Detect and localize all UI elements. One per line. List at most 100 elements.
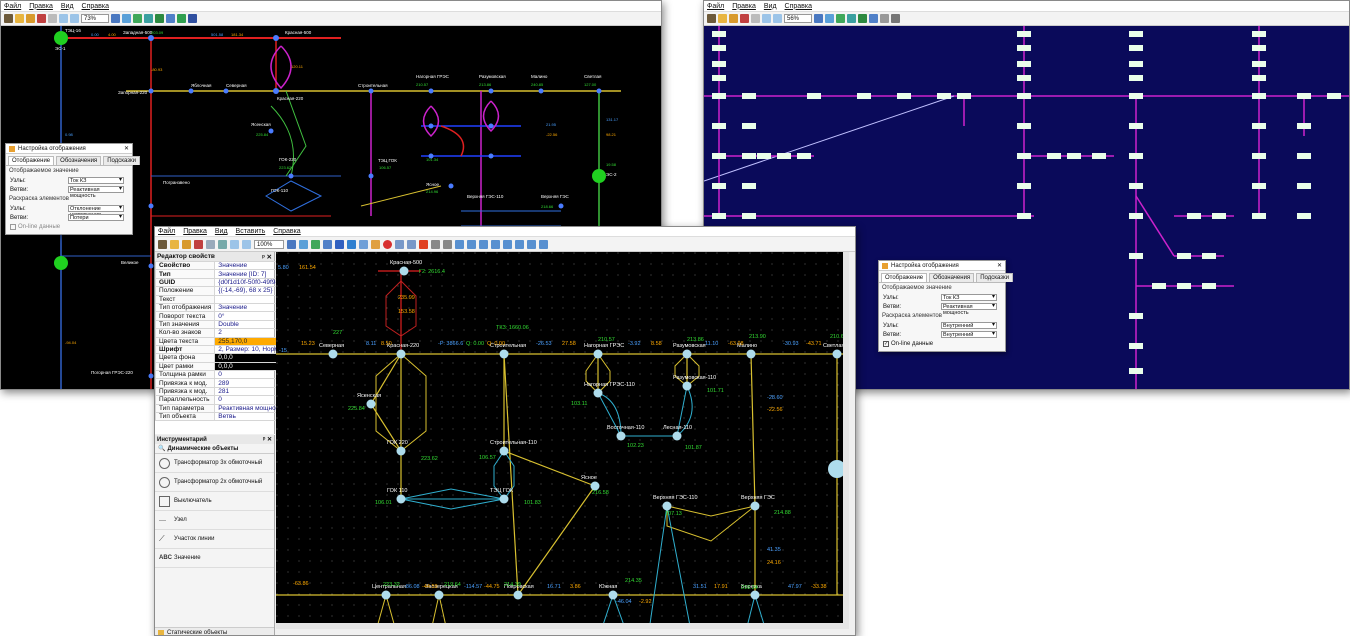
- open-icon[interactable]: [707, 14, 716, 23]
- bus-box[interactable]: [712, 31, 726, 37]
- bus-box[interactable]: [1252, 31, 1266, 37]
- bus-node[interactable]: [672, 431, 682, 441]
- zoom-in-icon[interactable]: [59, 14, 68, 23]
- bus-box[interactable]: [937, 93, 951, 99]
- bus-box[interactable]: [1017, 61, 1031, 67]
- pointer-icon[interactable]: [48, 14, 57, 23]
- tool-node[interactable]: — Узел: [155, 511, 274, 530]
- bus-box[interactable]: [1129, 123, 1143, 129]
- bus-box[interactable]: [1067, 153, 1081, 159]
- bus-box[interactable]: [757, 153, 771, 159]
- bus-node[interactable]: [381, 590, 391, 600]
- save-icon[interactable]: [729, 14, 738, 23]
- bus-box[interactable]: [1129, 61, 1143, 67]
- tab-designations[interactable]: Обозначения: [56, 156, 102, 165]
- fit-icon[interactable]: [287, 239, 296, 249]
- bus-node[interactable]: [593, 388, 603, 398]
- refresh-icon[interactable]: [37, 14, 46, 23]
- vertical-scrollbar[interactable]: [843, 252, 849, 629]
- open-icon[interactable]: [4, 14, 13, 23]
- bus-box[interactable]: [1047, 153, 1061, 159]
- bus-box[interactable]: [1297, 153, 1311, 159]
- folder-icon[interactable]: [718, 14, 727, 23]
- folder-icon[interactable]: [170, 239, 179, 249]
- bus-box[interactable]: [712, 123, 726, 129]
- save-icon[interactable]: [182, 239, 191, 249]
- bus-box[interactable]: [857, 93, 871, 99]
- bus-box[interactable]: [1017, 31, 1031, 37]
- run-icon[interactable]: [858, 14, 867, 23]
- grid-icon[interactable]: [299, 239, 308, 249]
- nodes-icon[interactable]: [836, 14, 845, 23]
- bus-box[interactable]: [1129, 253, 1143, 259]
- bus-node[interactable]: [399, 266, 409, 276]
- bus-node[interactable]: [499, 494, 509, 504]
- bus-box[interactable]: [1017, 45, 1031, 51]
- menu-insert[interactable]: Вставить: [236, 228, 266, 235]
- bus-box[interactable]: [1202, 253, 1216, 259]
- nodes-icon[interactable]: [133, 14, 142, 23]
- tab-display[interactable]: Отображение: [881, 273, 928, 282]
- cut-icon[interactable]: [347, 239, 356, 249]
- bus-box[interactable]: [1252, 123, 1266, 129]
- bus-box[interactable]: [712, 61, 726, 67]
- color-branches-select[interactable]: Внутренний: [941, 331, 997, 338]
- nodes-select[interactable]: Ток КЗ: [941, 294, 997, 301]
- close-icon[interactable]: ᵖ ✕: [263, 436, 272, 443]
- bus-box[interactable]: [742, 153, 756, 159]
- bus-box[interactable]: [742, 183, 756, 189]
- zoom-out-icon[interactable]: [242, 239, 251, 249]
- stop-icon[interactable]: [891, 14, 900, 23]
- bus-box[interactable]: [897, 93, 911, 99]
- close-icon[interactable]: ✕: [997, 262, 1002, 269]
- bus-node[interactable]: [746, 349, 756, 359]
- bus-box[interactable]: [1297, 123, 1311, 129]
- menu-file[interactable]: Файл: [4, 3, 21, 10]
- scheme-canvas-editor[interactable]: Красная-500 Северная Красная-220 Строительн…: [276, 252, 849, 629]
- undo-icon[interactable]: [431, 239, 440, 249]
- bus-box[interactable]: [1129, 75, 1143, 81]
- bus-box[interactable]: [1252, 213, 1266, 219]
- toolbox-group-dynamic[interactable]: 🔍 Динамические объекты: [155, 444, 274, 454]
- calc-icon[interactable]: [144, 14, 153, 23]
- tool-transformer-2w[interactable]: Трансформатор 2х обмоточный: [155, 473, 274, 492]
- copy-icon[interactable]: [359, 239, 368, 249]
- bus-box[interactable]: [1017, 123, 1031, 129]
- layer-icon[interactable]: [122, 14, 131, 23]
- bus-box[interactable]: [1092, 153, 1106, 159]
- bus-box[interactable]: [1297, 183, 1311, 189]
- bus-node[interactable]: [434, 590, 444, 600]
- bus-node[interactable]: [616, 431, 626, 441]
- table-icon[interactable]: [869, 14, 878, 23]
- fit-icon[interactable]: [111, 14, 120, 23]
- paste-icon[interactable]: [371, 239, 380, 249]
- distribute-v-icon[interactable]: [539, 239, 548, 249]
- bus-box[interactable]: [957, 93, 971, 99]
- distribute-h-icon[interactable]: [527, 239, 536, 249]
- calc-icon[interactable]: [847, 14, 856, 23]
- zoom-in-icon[interactable]: [762, 14, 771, 23]
- bus-box[interactable]: [1129, 31, 1143, 37]
- menu-edit[interactable]: Правка: [732, 3, 756, 10]
- close-icon[interactable]: ✕: [124, 145, 129, 152]
- table-icon[interactable]: [323, 239, 332, 249]
- color-nodes-select[interactable]: Отклонение напряжения: [68, 205, 124, 218]
- bus-box[interactable]: [1252, 93, 1266, 99]
- bus-box[interactable]: [742, 123, 756, 129]
- group-icon[interactable]: [395, 239, 404, 249]
- toolbox-group-static[interactable]: Статические объекты: [155, 627, 274, 635]
- bus-box[interactable]: [712, 213, 726, 219]
- bus-box[interactable]: [742, 93, 756, 99]
- nodes-select[interactable]: Ток КЗ: [68, 177, 124, 184]
- menu-edit[interactable]: Правка: [29, 3, 53, 10]
- bus-box[interactable]: [1202, 283, 1216, 289]
- fit-icon[interactable]: [814, 14, 823, 23]
- bus-box[interactable]: [712, 183, 726, 189]
- bus-box[interactable]: [797, 153, 811, 159]
- bus-box[interactable]: [1177, 283, 1191, 289]
- bus-box[interactable]: [1017, 75, 1031, 81]
- bus-box[interactable]: [1129, 213, 1143, 219]
- bus-box[interactable]: [1252, 61, 1266, 67]
- menu-edit[interactable]: Правка: [183, 228, 207, 235]
- save-icon[interactable]: [26, 14, 35, 23]
